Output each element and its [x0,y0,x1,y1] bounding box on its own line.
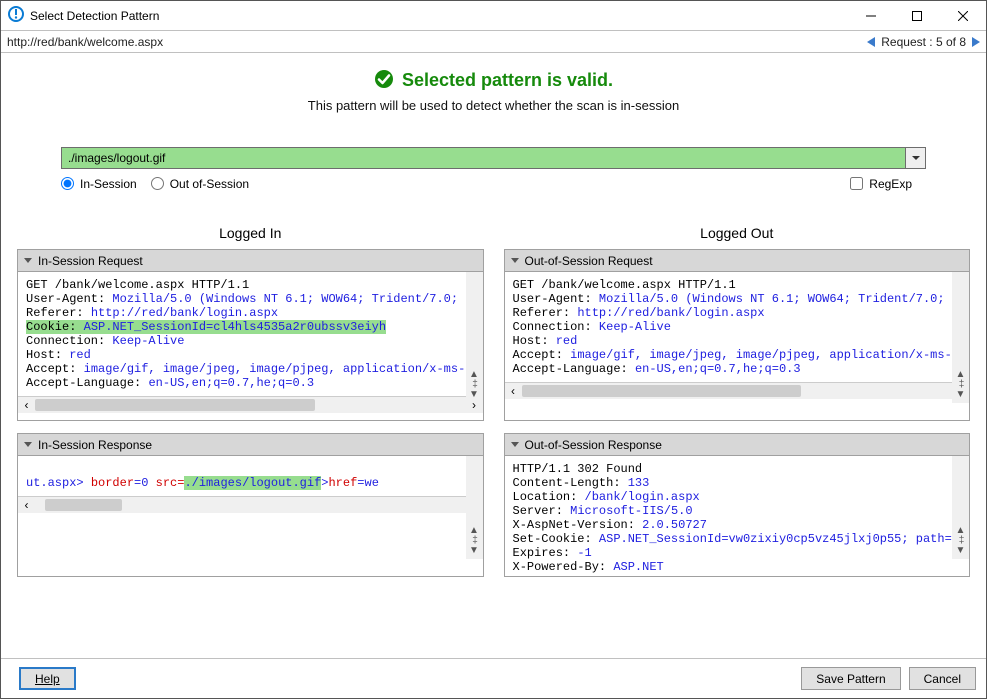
collapse-icon [511,442,519,447]
check-icon [374,69,394,92]
hscroll-in-req[interactable]: ‹› [18,396,483,413]
prev-request-button[interactable] [867,37,875,47]
vscroll-in-res[interactable]: ▲‡▼ [466,456,483,559]
main-window: Select Detection Pattern http://red/bank… [0,0,987,699]
out-session-response-body[interactable]: HTTP/1.1 302 Found Content-Length: 133 L… [505,456,970,576]
in-session-radio[interactable]: In-Session [61,177,137,191]
minimize-button[interactable] [848,1,894,30]
status-headline: Selected pattern is valid. [402,70,613,91]
titlebar: Select Detection Pattern [1,1,986,31]
vscroll-in-req[interactable]: ▲‡▼ [466,272,483,403]
collapse-icon [511,258,519,263]
help-button[interactable]: Help [19,667,76,690]
out-session-request-header[interactable]: Out-of-Session Request [505,250,970,272]
in-session-request-header[interactable]: In-Session Request [18,250,483,272]
collapse-icon [24,258,32,263]
column-header-right: Logged Out [504,225,971,241]
maximize-button[interactable] [894,1,940,30]
vscroll-out-req[interactable]: ▲‡▼ [952,272,969,403]
request-counter: Request : 5 of 8 [881,35,966,49]
column-header-left: Logged In [17,225,484,241]
chevron-down-icon [912,156,920,160]
request-url: http://red/bank/welcome.aspx [7,35,867,49]
in-session-response-header[interactable]: In-Session Response [18,434,483,456]
cancel-button[interactable]: Cancel [909,667,976,690]
status-sub: This pattern will be used to detect whet… [1,98,986,113]
out-session-request-body[interactable]: GET /bank/welcome.aspx HTTP/1.1 User-Age… [505,272,970,382]
out-session-response-header[interactable]: Out-of-Session Response [505,434,970,456]
next-request-button[interactable] [972,37,980,47]
window-title: Select Detection Pattern [30,9,848,23]
app-icon [8,6,24,25]
regexp-checkbox[interactable]: RegExp [850,177,912,191]
in-session-request-body[interactable]: GET /bank/welcome.aspx HTTP/1.1 User-Age… [18,272,483,396]
hscroll-out-req[interactable]: ‹› [505,382,970,399]
out-session-radio[interactable]: Out of-Session [151,177,249,191]
url-bar: http://red/bank/welcome.aspx Request : 5… [1,31,986,53]
pattern-input[interactable]: ./images/logout.gif [61,147,906,169]
close-button[interactable] [940,1,986,30]
status-banner: Selected pattern is valid. This pattern … [1,69,986,113]
save-pattern-button[interactable]: Save Pattern [801,667,900,690]
in-session-response-body[interactable]: ut.aspx> border=0 src=./images/logout.gi… [18,456,483,496]
hscroll-in-res[interactable]: ‹› [18,496,483,513]
pattern-dropdown-button[interactable] [906,147,926,169]
collapse-icon [24,442,32,447]
vscroll-out-res[interactable]: ▲‡▼ [952,456,969,559]
